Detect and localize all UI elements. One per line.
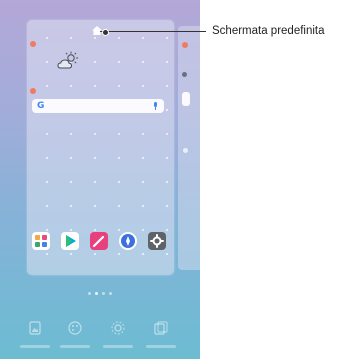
widget-dot — [182, 72, 187, 77]
callout-line — [100, 31, 206, 32]
google-logo: G — [37, 101, 45, 111]
page-indicator — [88, 292, 112, 296]
next-page-preview[interactable] — [178, 26, 200, 270]
themes-button[interactable] — [60, 320, 90, 356]
wallpaper-label — [20, 345, 50, 348]
home-settings-button[interactable] — [103, 320, 133, 356]
wallpaper-button[interactable] — [20, 320, 50, 356]
google-search-bar[interactable]: G — [32, 99, 164, 113]
themes-label — [60, 345, 90, 348]
mic-icon[interactable] — [153, 102, 158, 110]
settings-label — [103, 345, 133, 348]
settings-icon — [111, 321, 125, 335]
compass-app-icon[interactable] — [119, 232, 137, 250]
cloud-sun-icon[interactable] — [57, 51, 79, 71]
settings-app-icon[interactable] — [148, 232, 166, 250]
widgets-icon — [154, 321, 168, 335]
widgets-button[interactable] — [146, 320, 176, 356]
remove-item-dot[interactable] — [30, 41, 36, 47]
callout-label: Schermata predefinita — [212, 25, 325, 37]
grid-dot — [183, 148, 188, 153]
remove-item-dot — [182, 42, 188, 48]
phone-screen: G — [0, 0, 200, 359]
partial-widget — [182, 92, 190, 106]
play-store-icon[interactable] — [61, 232, 79, 250]
remove-item-dot[interactable] — [30, 88, 36, 94]
themes-icon — [68, 321, 82, 335]
home-screen-page-preview[interactable]: G — [27, 20, 174, 275]
favorites-dock — [32, 232, 167, 252]
widgets-label — [146, 345, 176, 348]
callout-dot — [102, 29, 109, 36]
pen-app-icon[interactable] — [90, 232, 108, 250]
wallpaper-icon — [29, 321, 41, 335]
folder-icon[interactable] — [32, 232, 50, 250]
